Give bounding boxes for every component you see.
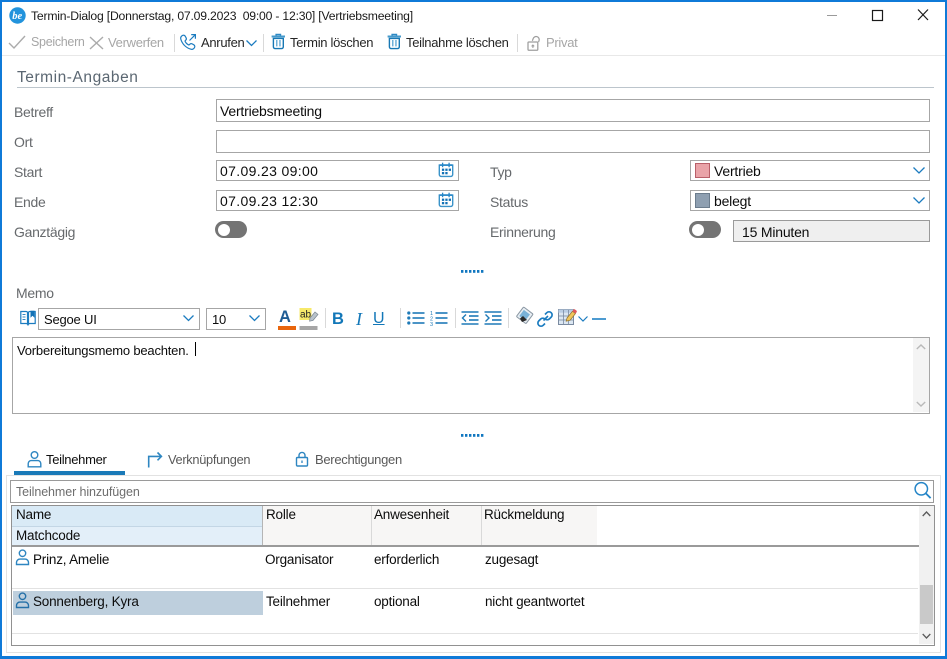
svg-text:be: be xyxy=(12,11,22,22)
svg-text:3: 3 xyxy=(430,322,433,328)
